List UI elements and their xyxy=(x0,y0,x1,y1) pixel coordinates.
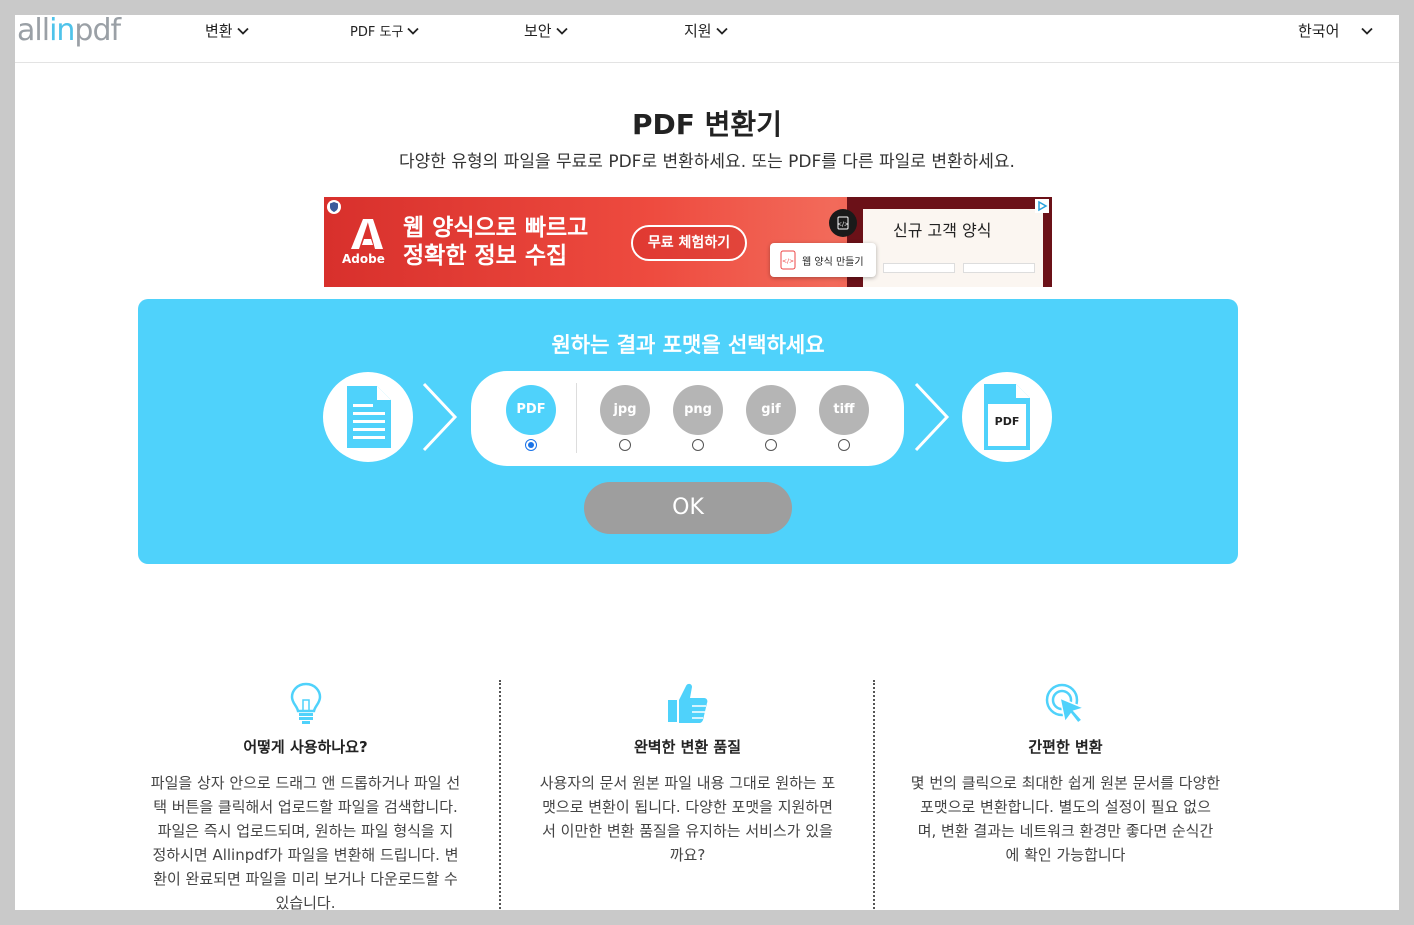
nav-support[interactable]: 지원 xyxy=(684,20,728,41)
lightbulb-icon xyxy=(290,682,321,724)
nav-convert[interactable]: 변환 xyxy=(205,20,249,41)
feature-line: 파일을 상자 안으로 드래그 앤 드롭하거나 파일 선 xyxy=(150,774,461,792)
nav-security-label: 보안 xyxy=(524,22,552,40)
format-tiff-icon[interactable]: tiff xyxy=(819,385,869,435)
adobe-logo: Adobe xyxy=(342,217,385,266)
source-document-icon xyxy=(323,372,413,462)
ad-form-card: 신규 고객 양식 xyxy=(863,209,1043,287)
adobe-brand-text: Adobe xyxy=(342,252,385,266)
ad-headline-line2: 정확한 정보 수집 xyxy=(403,243,568,269)
format-pdf-icon[interactable]: PDF xyxy=(506,385,556,435)
feature-line: 까요? xyxy=(669,846,706,864)
format-png-radio[interactable] xyxy=(692,439,704,451)
feature-line: 정하시면 Allinpdf가 파일을 변환해 드립니다. 변 xyxy=(152,846,459,864)
feature-line: 택 버튼을 클릭해서 업로드할 파일을 검색합니다. xyxy=(153,798,458,816)
feature-divider xyxy=(499,680,501,910)
ad-form-field xyxy=(963,263,1035,273)
logo-text-pdf: pdf xyxy=(74,15,121,48)
ad-web-form-badge: </> 웹 양식 만들기 xyxy=(770,243,876,277)
ad-banner[interactable]: Adobe 웹 양식으로 빠르고 정확한 정보 수집 무료 체험하기 신규 고객… xyxy=(324,197,1052,287)
output-file-icon: PDF xyxy=(962,372,1052,462)
arrow-right-icon xyxy=(422,382,458,452)
ad-badge-label: 웹 양식 만들기 xyxy=(802,256,864,268)
code-file-icon: </> xyxy=(780,250,796,270)
thumbs-up-icon xyxy=(667,683,707,723)
language-selector[interactable]: 한국어 xyxy=(1298,20,1374,41)
allinpdf-logo[interactable]: allinpdf xyxy=(17,15,121,48)
feature-description: 파일을 상자 안으로 드래그 앤 드롭하거나 파일 선 택 버튼을 클릭해서 업… xyxy=(133,771,478,910)
feature-title: 완벽한 변환 품질 xyxy=(633,738,742,756)
feature-how-to-use: 어떻게 사용하나요? 파일을 상자 안으로 드래그 앤 드롭하거나 파일 선 택… xyxy=(133,680,478,910)
logo-text-all: all xyxy=(17,15,50,48)
nav-pdf-tools-label: PDF 도구 xyxy=(350,25,404,40)
logo-text-in: in xyxy=(49,15,75,48)
format-png-icon[interactable]: png xyxy=(673,385,723,435)
page-title: PDF 변환기 xyxy=(632,108,782,141)
output-format-label: PDF xyxy=(994,415,1020,428)
ad-cta-button[interactable]: 무료 체험하기 xyxy=(631,225,747,261)
feature-line: 있습니다. xyxy=(275,894,336,910)
feature-line: 서 이만한 변환 품질을 유지하는 서비스가 있을 xyxy=(542,822,833,840)
format-selector: PDF jpg png gif tiff xyxy=(471,371,904,466)
chevron-down-icon xyxy=(407,27,420,35)
format-tiff-radio[interactable] xyxy=(838,439,850,451)
language-label: 한국어 xyxy=(1298,22,1340,40)
converter-panel: 원하는 결과 포맷을 선택하세요 PDF jpg png gif tiff PD… xyxy=(138,299,1238,564)
ad-headline: 웹 양식으로 빠르고 정확한 정보 수집 xyxy=(403,214,588,270)
click-cursor-icon xyxy=(1045,683,1086,725)
chevron-down-icon xyxy=(715,27,728,35)
feature-line: 맷으로 변환이 됩니다. 다양한 포맷을 지원하면 xyxy=(542,798,833,816)
nav-convert-label: 변환 xyxy=(205,22,233,40)
ad-form-field xyxy=(883,263,955,273)
ok-button[interactable]: OK xyxy=(584,482,792,534)
feature-divider xyxy=(873,680,875,910)
nav-security[interactable]: 보안 xyxy=(524,20,568,41)
feature-easy-conversion: 간편한 변환 몇 번의 클릭으로 최대한 쉽게 원본 문서를 다양한 포맷으로 … xyxy=(893,680,1238,867)
feature-description: 사용자의 문서 원본 파일 내용 그대로 원하는 포 맷으로 변환이 됩니다. … xyxy=(515,771,860,867)
ad-form-title: 신규 고객 양식 xyxy=(893,221,992,240)
feature-title: 어떻게 사용하나요? xyxy=(243,738,368,756)
ad-headline-line1: 웹 양식으로 빠르고 xyxy=(403,215,589,241)
feature-line: 며, 변환 결과는 네트워크 환경만 좋다면 순식간 xyxy=(917,822,1214,840)
ad-shield-icon xyxy=(327,200,341,214)
top-navbar: allinpdf 변환 PDF 도구 보안 지원 한국어 xyxy=(15,15,1399,63)
feature-description: 몇 번의 클릭으로 최대한 쉽게 원본 문서를 다양한 포맷으로 변환합니다. … xyxy=(893,771,1238,867)
adobe-a-icon xyxy=(351,219,384,249)
feature-title: 간편한 변환 xyxy=(1028,738,1103,756)
format-jpg-radio[interactable] xyxy=(619,439,631,451)
feature-quality: 완벽한 변환 품질 사용자의 문서 원본 파일 내용 그대로 원하는 포 맷으로… xyxy=(515,680,860,867)
svg-text:</>: </> xyxy=(782,258,794,265)
nav-support-label: 지원 xyxy=(684,22,712,40)
chevron-down-icon xyxy=(236,27,249,35)
feature-line: 에 확인 가능합니다 xyxy=(1005,846,1126,864)
format-jpg-icon[interactable]: jpg xyxy=(600,385,650,435)
format-gif-icon[interactable]: gif xyxy=(746,385,796,435)
chevron-down-icon xyxy=(555,27,568,35)
page: allinpdf 변환 PDF 도구 보안 지원 한국어 PDF 변환기 다양한… xyxy=(15,15,1399,910)
nav-pdf-tools[interactable]: PDF 도구 xyxy=(350,21,420,40)
document-icon xyxy=(347,386,391,448)
code-badge-icon: </> xyxy=(829,209,857,237)
converter-title: 원하는 결과 포맷을 선택하세요 xyxy=(551,333,825,357)
format-gif-radio[interactable] xyxy=(765,439,777,451)
feature-line: 포맷으로 변환합니다. 별도의 설정이 필요 없으 xyxy=(920,798,1211,816)
format-pdf-radio[interactable] xyxy=(525,439,537,451)
chevron-down-icon xyxy=(1361,27,1374,35)
feature-line: 환이 완료되면 파일을 미리 보거나 다운로드할 수 xyxy=(153,870,458,888)
ad-form-preview: 신규 고객 양식 xyxy=(847,197,1052,287)
page-subtitle: 다양한 유형의 파일을 무료로 PDF로 변환하세요. 또는 PDF를 다른 파… xyxy=(399,152,1015,172)
ad-choices-icon[interactable] xyxy=(1035,199,1049,213)
feature-line: 사용자의 문서 원본 파일 내용 그대로 원하는 포 xyxy=(539,774,836,792)
feature-line: 몇 번의 클릭으로 최대한 쉽게 원본 문서를 다양한 xyxy=(910,774,1221,792)
svg-text:</>: </> xyxy=(837,221,849,228)
format-divider xyxy=(576,383,577,453)
arrow-right-icon xyxy=(914,382,950,452)
feature-line: 파일은 즉시 업로드되며, 원하는 파일 형식을 지 xyxy=(157,822,454,840)
